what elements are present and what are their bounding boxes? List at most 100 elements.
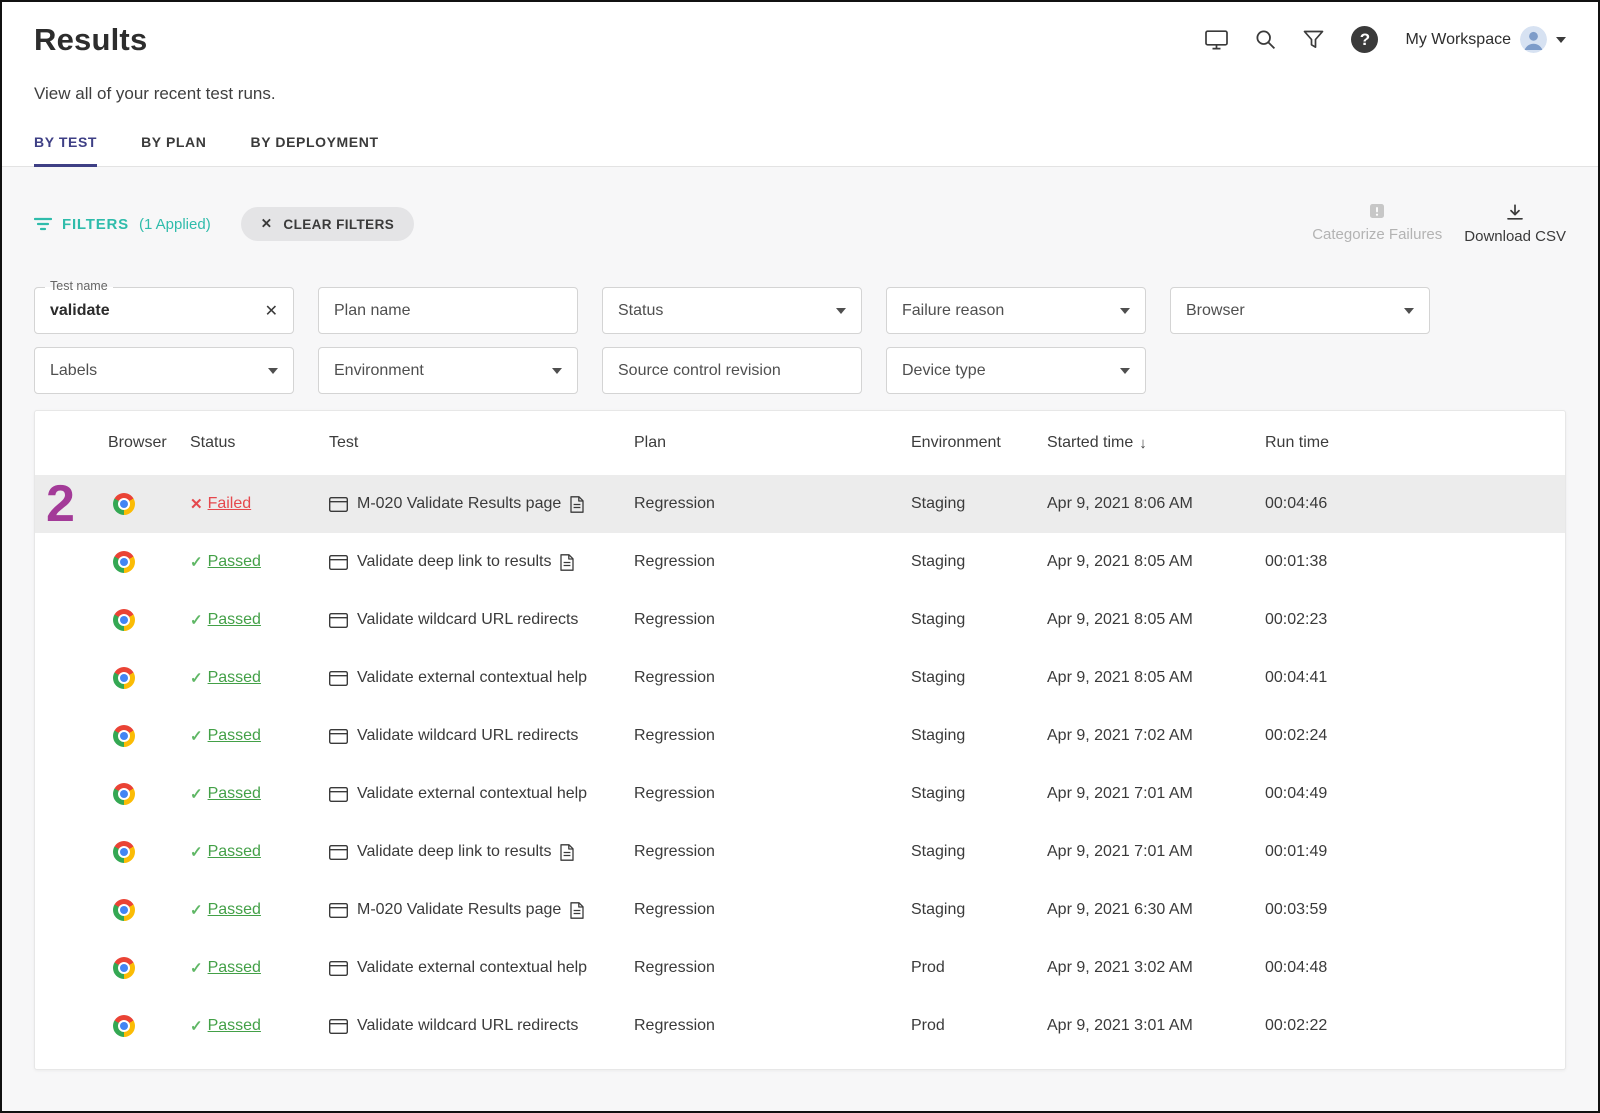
column-header-status: Status	[190, 434, 329, 452]
chrome-browser-icon	[113, 1015, 135, 1037]
test-name: Validate external contextual help	[357, 959, 587, 977]
document-icon[interactable]	[570, 496, 584, 513]
column-header-browser: Browser	[108, 434, 190, 452]
chevron-down-icon	[1120, 308, 1130, 314]
tab-by-test[interactable]: BY TEST	[34, 134, 97, 167]
filter-icon[interactable]	[1303, 30, 1324, 49]
chrome-browser-icon	[113, 493, 135, 515]
status-link[interactable]: Passed	[208, 727, 261, 745]
status-icon: ✓	[190, 1017, 203, 1035]
status-link[interactable]: Passed	[208, 611, 261, 629]
test-name-value: validate	[50, 302, 110, 320]
chrome-browser-icon	[113, 841, 135, 863]
environment-cell: Staging	[911, 611, 1047, 629]
top-bar: Results ? My Workspace View all of your …	[2, 2, 1598, 167]
document-icon[interactable]	[560, 554, 574, 571]
chrome-browser-icon	[113, 609, 135, 631]
browser-cell	[108, 899, 190, 921]
browser-cell	[108, 841, 190, 863]
document-icon[interactable]	[560, 844, 574, 861]
test-name-filter[interactable]: Test name validate ✕	[34, 287, 294, 334]
status-link[interactable]: Passed	[208, 1017, 261, 1035]
device-type-filter[interactable]: Device type	[886, 347, 1146, 394]
status-icon: ✓	[190, 669, 203, 687]
status-link[interactable]: Passed	[208, 553, 261, 571]
test-cell[interactable]: M-020 Validate Results page	[329, 495, 634, 513]
table-row[interactable]: ✓ Passed Validate deep link to results R…	[35, 823, 1565, 881]
column-header-started-time[interactable]: Started time ↓	[1047, 434, 1265, 452]
status-link[interactable]: Failed	[208, 495, 252, 513]
test-name: Validate wildcard URL redirects	[357, 1017, 578, 1035]
environment-cell: Staging	[911, 901, 1047, 919]
table-row[interactable]: ✓ Passed Validate external contextual he…	[35, 649, 1565, 707]
browser-window-icon	[329, 729, 348, 744]
environment-cell: Staging	[911, 669, 1047, 687]
environment-cell: Staging	[911, 785, 1047, 803]
browser-cell	[108, 725, 190, 747]
display-icon[interactable]	[1205, 30, 1228, 50]
source-control-revision-filter[interactable]: Source control revision	[602, 347, 862, 394]
workspace-menu[interactable]: My Workspace	[1405, 26, 1566, 53]
categorize-failures-button[interactable]: Categorize Failures	[1312, 203, 1442, 243]
test-cell[interactable]: Validate deep link to results	[329, 553, 634, 571]
test-cell[interactable]: Validate external contextual help	[329, 785, 634, 803]
table-row[interactable]: ✕ Failed M-020 Validate Results page Reg…	[35, 475, 1565, 533]
chevron-down-icon	[268, 368, 278, 374]
failure-reason-filter[interactable]: Failure reason	[886, 287, 1146, 334]
sort-desc-icon: ↓	[1139, 435, 1147, 452]
environment-filter[interactable]: Environment	[318, 347, 578, 394]
help-icon[interactable]: ?	[1351, 26, 1378, 53]
status-cell: ✓ Passed	[190, 1017, 329, 1035]
table-row[interactable]: ✓ Passed Validate wildcard URL redirects…	[35, 997, 1565, 1055]
tab-by-deployment[interactable]: BY DEPLOYMENT	[250, 134, 378, 167]
chrome-browser-icon	[113, 783, 135, 805]
column-header-plan: Plan	[634, 434, 911, 452]
plan-cell: Regression	[634, 843, 911, 861]
test-name: M-020 Validate Results page	[357, 495, 561, 513]
test-cell[interactable]: Validate external contextual help	[329, 669, 634, 687]
table-row[interactable]: ✓ Passed Validate wildcard URL redirects…	[35, 707, 1565, 765]
table-row[interactable]: ✓ Passed Validate deep link to results R…	[35, 533, 1565, 591]
download-csv-button[interactable]: Download CSV	[1464, 203, 1566, 245]
test-cell[interactable]: Validate wildcard URL redirects	[329, 611, 634, 629]
status-link[interactable]: Passed	[208, 843, 261, 861]
plan-name-filter[interactable]: Plan name	[318, 287, 578, 334]
clear-filters-button[interactable]: ✕ CLEAR FILTERS	[241, 207, 414, 241]
plan-cell: Regression	[634, 669, 911, 687]
filters-summary[interactable]: FILTERS (1 Applied)	[34, 216, 211, 233]
tab-bar: BY TEST BY PLAN BY DEPLOYMENT	[34, 134, 1566, 167]
status-icon: ✓	[190, 611, 203, 629]
chrome-browser-icon	[113, 725, 135, 747]
table-row[interactable]: ✓ Passed Validate external contextual he…	[35, 765, 1565, 823]
browser-window-icon	[329, 671, 348, 686]
test-cell[interactable]: Validate deep link to results	[329, 843, 634, 861]
status-link[interactable]: Passed	[208, 959, 261, 977]
status-filter[interactable]: Status	[602, 287, 862, 334]
chrome-browser-icon	[113, 667, 135, 689]
column-header-run-time: Run time	[1265, 434, 1565, 452]
column-header-environment: Environment	[911, 434, 1047, 452]
test-cell[interactable]: Validate wildcard URL redirects	[329, 727, 634, 745]
browser-filter[interactable]: Browser	[1170, 287, 1430, 334]
labels-filter[interactable]: Labels	[34, 347, 294, 394]
failure-reason-placeholder: Failure reason	[902, 302, 1004, 320]
table-row[interactable]: ✓ Passed Validate external contextual he…	[35, 939, 1565, 997]
document-icon[interactable]	[570, 902, 584, 919]
device-type-placeholder: Device type	[902, 362, 986, 380]
status-cell: ✓ Passed	[190, 553, 329, 571]
clear-test-name-icon[interactable]: ✕	[265, 301, 278, 321]
environment-cell: Prod	[911, 959, 1047, 977]
test-cell[interactable]: M-020 Validate Results page	[329, 901, 634, 919]
status-link[interactable]: Passed	[208, 669, 261, 687]
test-cell[interactable]: Validate wildcard URL redirects	[329, 1017, 634, 1035]
table-body: ✕ Failed M-020 Validate Results page Reg…	[35, 475, 1565, 1055]
status-link[interactable]: Passed	[208, 901, 261, 919]
environment-cell: Staging	[911, 553, 1047, 571]
test-cell[interactable]: Validate external contextual help	[329, 959, 634, 977]
tab-by-plan[interactable]: BY PLAN	[141, 134, 206, 167]
status-link[interactable]: Passed	[208, 785, 261, 803]
search-icon[interactable]	[1255, 29, 1276, 50]
topbar-actions: ? My Workspace	[1205, 16, 1566, 53]
table-row[interactable]: ✓ Passed Validate wildcard URL redirects…	[35, 591, 1565, 649]
table-row[interactable]: ✓ Passed M-020 Validate Results page Reg…	[35, 881, 1565, 939]
